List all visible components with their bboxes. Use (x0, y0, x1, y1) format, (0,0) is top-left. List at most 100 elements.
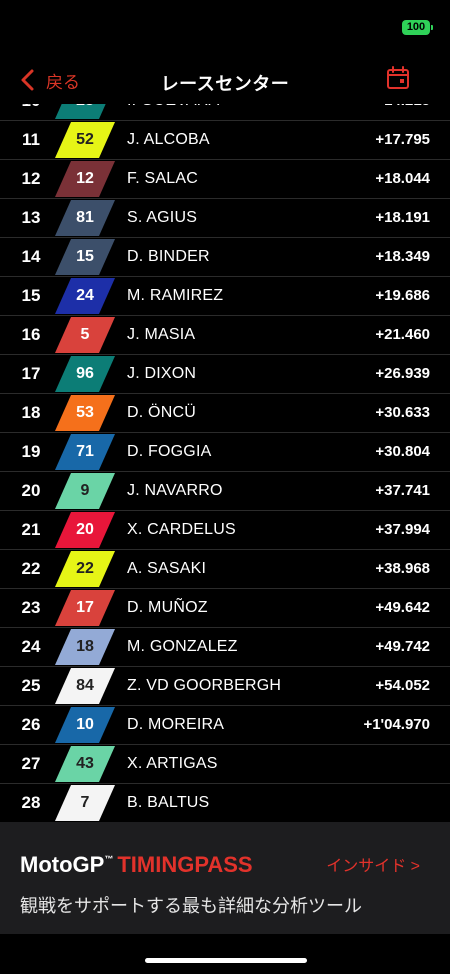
table-row[interactable]: 28 7 B. BALTUS (0, 784, 450, 822)
time-gap: +54.052 (375, 677, 430, 694)
time-gap: +18.349 (375, 248, 430, 265)
rider-name: A. SASAKI (127, 560, 207, 577)
position-number: 25 (21, 676, 41, 695)
position-number: 19 (21, 442, 41, 461)
table-row[interactable]: 11 52 J. ALCOBA +17.795 (0, 121, 450, 160)
status-bar: 100 (0, 0, 450, 56)
time-gap: +37.741 (375, 482, 430, 499)
table-row[interactable]: 18 53 D. ÖNCÜ +30.633 (0, 394, 450, 433)
time-gap: +18.044 (375, 170, 430, 187)
table-row[interactable]: 27 43 X. ARTIGAS (0, 745, 450, 784)
rider-name: X. ARTIGAS (127, 755, 218, 772)
table-row[interactable]: 19 71 D. FOGGIA +30.804 (0, 433, 450, 472)
rider-number-badge: 20 (55, 512, 115, 548)
promo-product: TIMINGPASS (117, 852, 253, 877)
rider-name: M. GONZALEZ (127, 638, 238, 655)
calendar-icon[interactable] (386, 66, 410, 90)
rider-name: J. MASIA (127, 326, 196, 343)
rider-name: D. ÖNCÜ (127, 404, 196, 421)
rider-number-badge: 22 (55, 551, 115, 587)
time-gap: +30.633 (375, 404, 430, 421)
rider-number: 7 (80, 794, 90, 811)
table-row[interactable]: 24 18 M. GONZALEZ +49.742 (0, 628, 450, 667)
table-row[interactable]: 17 96 J. DIXON +26.939 (0, 355, 450, 394)
rider-number: 18 (76, 638, 94, 655)
rider-number-badge: 28 (55, 104, 115, 119)
table-row[interactable]: 26 10 D. MOREIRA +1'04.970 (0, 706, 450, 745)
rider-number: 71 (76, 443, 94, 460)
table-row[interactable]: 16 5 J. MASIA +21.460 (0, 316, 450, 355)
promo-title: MotoGP™ TIMINGPASS (20, 852, 253, 878)
rider-number: 96 (76, 365, 94, 382)
rider-number: 84 (76, 677, 94, 694)
table-row[interactable]: 21 20 X. CARDELUS +37.994 (0, 511, 450, 550)
rider-number-badge: 53 (55, 395, 115, 431)
table-row[interactable]: 22 22 A. SASAKI +38.968 (0, 550, 450, 589)
position-number: 16 (21, 325, 41, 344)
time-gap: +30.804 (375, 443, 430, 460)
position-number: 21 (21, 520, 41, 539)
position-number: 18 (21, 403, 41, 422)
time-gap: +17.795 (375, 131, 430, 148)
home-indicator[interactable] (145, 958, 307, 963)
rider-number: 9 (80, 482, 90, 499)
rider-name: D. MUÑOZ (127, 599, 208, 616)
rider-number-badge: 24 (55, 278, 115, 314)
rider-number-badge: 71 (55, 434, 115, 470)
timingpass-banner[interactable]: MotoGP™ TIMINGPASS インサイド > 観戦をサポートする最も詳細な… (0, 822, 450, 934)
rider-number: 81 (76, 209, 94, 226)
rider-number-badge: 5 (55, 317, 115, 353)
time-gap: +49.742 (375, 638, 430, 655)
rider-number-badge: 15 (55, 239, 115, 275)
rider-number-badge: 84 (55, 668, 115, 704)
rider-name: J. ALCOBA (127, 131, 210, 148)
table-row[interactable]: 15 24 M. RAMIREZ +19.686 (0, 277, 450, 316)
rider-name: X. CARDELUS (127, 521, 236, 538)
position-number: 27 (21, 754, 41, 773)
time-gap: +38.968 (375, 560, 430, 577)
position-number: 14 (21, 247, 41, 266)
rider-number-badge: 7 (55, 785, 115, 821)
table-row[interactable]: 14 15 D. BINDER +18.349 (0, 238, 450, 277)
rider-number: 43 (76, 755, 94, 772)
rider-number: 5 (80, 326, 90, 343)
time-gap: +26.939 (375, 365, 430, 382)
battery-icon: 100 (402, 20, 433, 35)
position-number: 15 (21, 286, 41, 305)
rider-number: 28 (55, 104, 115, 119)
rider-name: D. FOGGIA (127, 443, 212, 460)
rider-name: M. RAMIREZ (127, 287, 224, 304)
rider-number-badge: 12 (55, 161, 115, 197)
rider-number-badge: 81 (55, 200, 115, 236)
rider-number: 52 (76, 131, 94, 148)
promo-brand: MotoGP (20, 852, 105, 877)
rider-name: B. BALTUS (127, 794, 210, 811)
rider-number: 12 (76, 170, 94, 187)
results-list[interactable]: 1028I. GUEVARA+14.2151152J. ALCOBA+17.79… (0, 104, 450, 822)
rider-number-badge: 52 (55, 122, 115, 158)
rider-name: Z. VD GOORBERGH (127, 677, 282, 694)
rider-number: 17 (76, 599, 94, 616)
rider-number-badge: 9 (55, 473, 115, 509)
nav-bar: 戻る レースセンター (0, 56, 450, 104)
position-number: 26 (21, 715, 41, 734)
table-row[interactable]: 13 81 S. AGIUS +18.191 (0, 199, 450, 238)
table-row[interactable]: 23 17 D. MUÑOZ +49.642 (0, 589, 450, 628)
rider-number-badge: 96 (55, 356, 115, 392)
rider-number-badge: 43 (55, 746, 115, 782)
rider-number-badge: 18 (55, 629, 115, 665)
table-row[interactable]: 25 84 Z. VD GOORBERGH +54.052 (0, 667, 450, 706)
rider-number: 20 (76, 521, 94, 538)
time-gap: +21.460 (375, 326, 430, 343)
table-row[interactable]: 1028 I. GUEVARA +14.215 (0, 104, 450, 121)
table-row[interactable]: 12 12 F. SALAC +18.044 (0, 160, 450, 199)
rider-name: D. BINDER (127, 248, 210, 265)
position-number: 12 (21, 169, 41, 188)
time-gap: +1'04.970 (363, 716, 430, 733)
table-row[interactable]: 20 9 J. NAVARRO +37.741 (0, 472, 450, 511)
time-gap: +49.642 (375, 599, 430, 616)
rider-name: J. NAVARRO (127, 482, 223, 499)
inside-link[interactable]: インサイド > (326, 852, 420, 876)
rider-number-badge: 17 (55, 590, 115, 626)
time-gap: +14.215 (375, 104, 430, 120)
